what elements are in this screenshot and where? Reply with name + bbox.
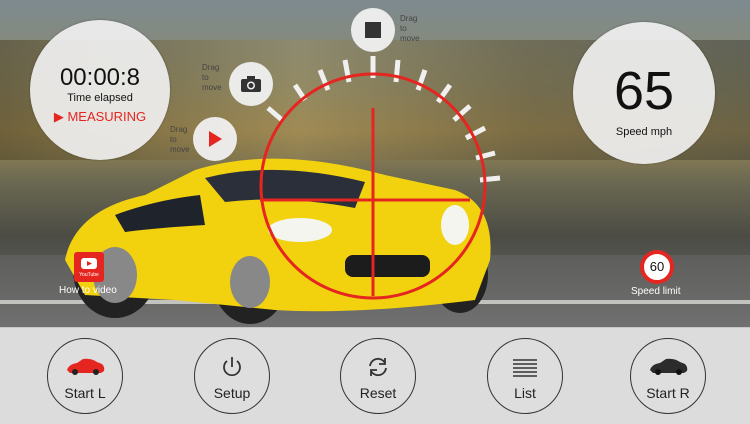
youtube-icon[interactable]: YouTube (74, 252, 104, 282)
timer-panel[interactable]: 00:00:8 Time elapsed ▶ MEASURING (30, 20, 170, 160)
elapsed-label: Time elapsed (67, 92, 133, 104)
drag-hint-play: Drag to move (170, 125, 190, 154)
stop-icon (365, 22, 381, 38)
list-icon (513, 359, 537, 377)
dark-car-icon (650, 358, 688, 375)
speed-unit-label: Speed mph (615, 126, 673, 138)
power-icon (223, 357, 241, 377)
camera-button[interactable] (229, 62, 273, 106)
status-text: MEASURING (67, 109, 147, 124)
play-icon (209, 131, 222, 147)
start-right-label: Start R (646, 385, 690, 401)
refresh-icon (369, 357, 387, 377)
elapsed-time: 00:00:8 (59, 64, 141, 91)
speed-limit-label: Speed limit (631, 286, 681, 297)
start-left-label: Start L (64, 385, 106, 401)
camera-icon (241, 76, 261, 92)
bottom-toolbar: Start L Setup Reset List Start R (0, 327, 750, 424)
play-button[interactable] (193, 117, 237, 161)
measuring-status: ▶ MEASURING (30, 109, 170, 125)
speed-panel[interactable]: 65 Speed mph (573, 22, 715, 164)
speed-value: 65 (613, 61, 675, 121)
gauge-overlay (259, 56, 501, 300)
setup-button[interactable]: Setup (194, 338, 270, 414)
start-left-button[interactable]: Start L (47, 338, 123, 414)
reset-label: Reset (359, 385, 397, 401)
setup-label: Setup (213, 385, 251, 401)
play-status-icon: ▶ (53, 109, 68, 124)
reset-button[interactable]: Reset (340, 338, 416, 414)
list-label: List (514, 385, 536, 401)
speed-limit-sign[interactable]: 60 (640, 250, 674, 284)
how-to-video-link[interactable]: How to video (59, 285, 117, 296)
drag-hint-stop: Drag to move (400, 14, 420, 43)
list-button[interactable]: List (487, 338, 563, 414)
drag-hint-camera: Drag to move (202, 63, 222, 92)
red-car-icon (67, 358, 105, 375)
camera-view: 00:00:8 Time elapsed ▶ MEASURING 65 Spee… (0, 0, 750, 327)
stop-button[interactable] (351, 8, 395, 52)
start-right-button[interactable]: Start R (630, 338, 706, 414)
youtube-badge: YouTube (79, 272, 99, 278)
